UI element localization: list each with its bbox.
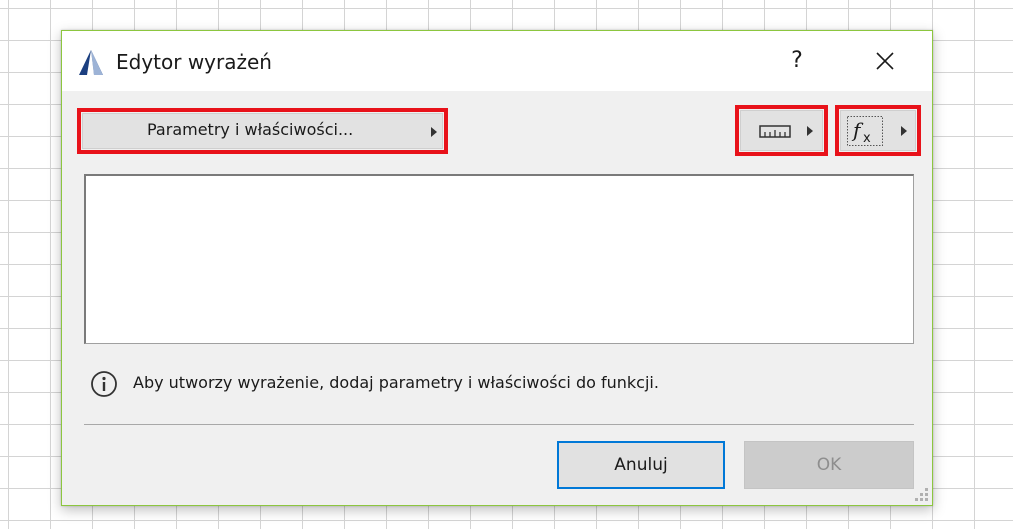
function-fx-icon: f x bbox=[847, 116, 883, 146]
dialog-title: Edytor wyrażeń bbox=[116, 50, 272, 74]
title-bar: Edytor wyrażeń ? bbox=[62, 31, 932, 91]
info-text: Aby utworzy wyrażenie, dodaj parametry i… bbox=[133, 373, 659, 392]
close-icon bbox=[876, 52, 894, 70]
expression-editor-dialog: Edytor wyrażeń ? Parametry i właściwości… bbox=[61, 30, 933, 506]
expression-input[interactable] bbox=[84, 174, 914, 344]
chevron-right-icon bbox=[431, 127, 437, 137]
footer-divider bbox=[84, 424, 914, 425]
close-button[interactable] bbox=[862, 41, 908, 81]
archicad-logo-icon bbox=[79, 50, 103, 75]
resize-grip-icon[interactable] bbox=[910, 483, 930, 503]
units-button[interactable] bbox=[740, 110, 823, 151]
chevron-right-icon bbox=[807, 126, 813, 136]
cancel-button[interactable]: Anuluj bbox=[557, 441, 725, 489]
params-button-label: Parametry i właściwości... bbox=[147, 120, 354, 139]
svg-text:x: x bbox=[863, 131, 871, 146]
chevron-right-icon bbox=[901, 126, 907, 136]
help-button[interactable]: ? bbox=[774, 41, 820, 81]
params-properties-button[interactable]: Parametry i właściwości... bbox=[82, 113, 443, 149]
ruler-icon bbox=[759, 125, 791, 138]
info-icon bbox=[91, 371, 117, 397]
ok-button[interactable]: OK bbox=[744, 441, 914, 489]
function-button[interactable]: f x bbox=[840, 110, 916, 151]
